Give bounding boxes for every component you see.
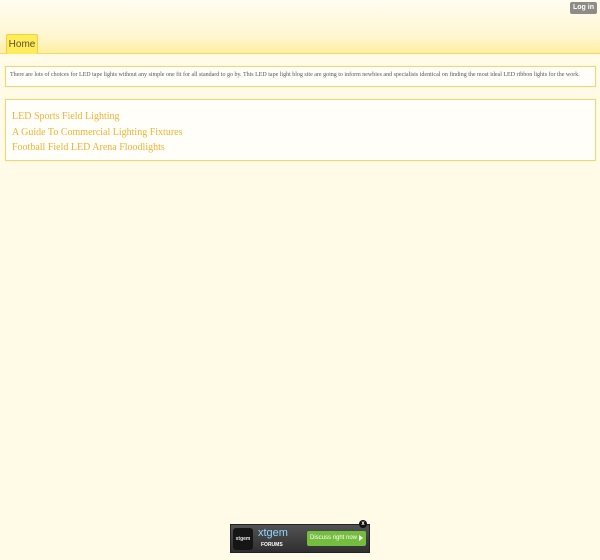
discuss-now-button[interactable]: Discuss right now <box>307 531 366 546</box>
link-football-field-floodlights[interactable]: Football Field LED Arena Floodlights <box>12 140 589 156</box>
tab-home[interactable]: Home <box>6 34 38 54</box>
link-commercial-lighting-fixtures[interactable]: A Guide To Commercial Lighting Fixtures <box>12 125 589 141</box>
discuss-now-label: Discuss right now <box>310 535 358 541</box>
ad-forums-text: FORUMS <box>261 542 283 548</box>
intro-box: There are lots of choices for LED tape l… <box>5 66 596 87</box>
intro-text: There are lots of choices for LED tape l… <box>10 72 580 78</box>
top-header-bar: Log in Home <box>0 0 600 54</box>
close-icon[interactable]: x <box>359 520 367 528</box>
play-arrow-icon <box>359 535 363 541</box>
ad-logo: xtgem <box>233 528 253 550</box>
login-button[interactable]: Log in <box>570 2 597 14</box>
link-led-sports-field-lighting[interactable]: LED Sports Field Lighting <box>12 109 589 125</box>
ad-brand-text: xtgem <box>258 527 288 539</box>
ad-banner[interactable]: xtgem xtgem FORUMS Discuss right now <box>230 524 370 553</box>
links-box: LED Sports Field Lighting A Guide To Com… <box>5 99 596 161</box>
